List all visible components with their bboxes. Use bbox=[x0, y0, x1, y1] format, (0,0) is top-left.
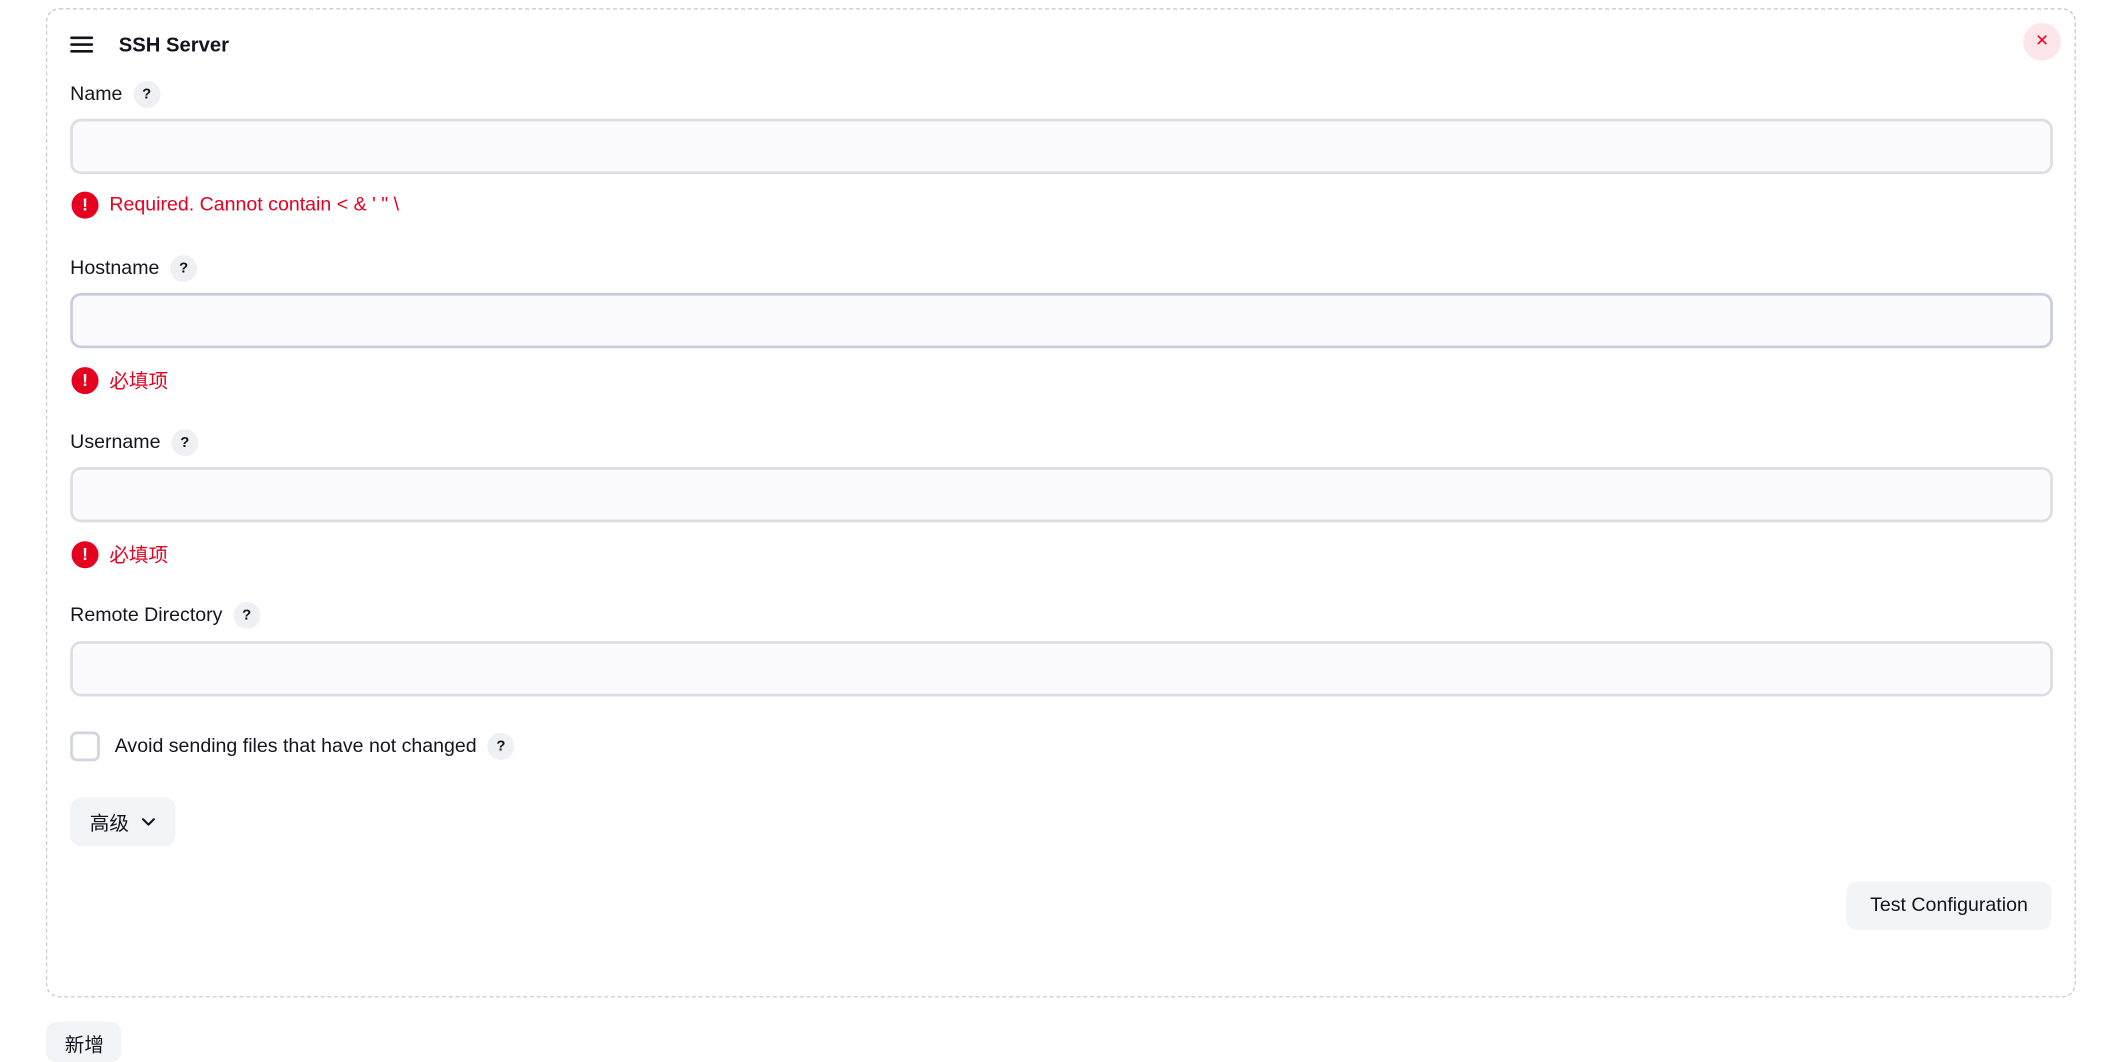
avoid-sending-label: Avoid sending files that have not change… bbox=[114, 735, 477, 758]
hostname-input[interactable] bbox=[70, 292, 2053, 349]
avoid-sending-help-icon[interactable]: ? bbox=[487, 732, 515, 760]
name-help-icon[interactable]: ? bbox=[133, 80, 161, 108]
name-error: ! Required. Cannot contain < & ' " \ bbox=[71, 191, 400, 219]
chevron-down-icon bbox=[141, 818, 155, 826]
remote-directory-label-row: Remote Directory ? bbox=[70, 601, 261, 629]
panel-title: SSH Server bbox=[118, 33, 230, 57]
hostname-label: Hostname bbox=[70, 257, 160, 280]
name-error-text: Required. Cannot contain < & ' " \ bbox=[109, 194, 400, 216]
hostname-label-row: Hostname ? bbox=[70, 255, 198, 283]
error-icon: ! bbox=[71, 540, 99, 568]
remote-directory-help-icon[interactable]: ? bbox=[233, 601, 261, 629]
remote-directory-input[interactable] bbox=[70, 641, 2053, 697]
close-icon[interactable]: × bbox=[2023, 22, 2061, 61]
error-icon: ! bbox=[71, 191, 99, 219]
drag-handle-icon[interactable] bbox=[70, 30, 94, 60]
add-button[interactable]: 新增 bbox=[45, 1021, 122, 1062]
name-label-row: Name ? bbox=[70, 80, 161, 108]
name-input[interactable] bbox=[70, 118, 2053, 175]
advanced-button[interactable]: 高级 bbox=[70, 797, 176, 847]
avoid-sending-checkbox[interactable] bbox=[70, 731, 100, 762]
username-error: ! 必填项 bbox=[71, 540, 169, 568]
username-label: Username bbox=[70, 431, 161, 454]
error-icon: ! bbox=[71, 366, 99, 394]
name-label: Name bbox=[70, 83, 123, 106]
test-configuration-button[interactable]: Test Configuration bbox=[1846, 881, 2052, 930]
panel-header: SSH Server bbox=[70, 30, 229, 60]
username-input[interactable] bbox=[70, 466, 2053, 523]
username-label-row: Username ? bbox=[70, 429, 199, 457]
username-help-icon[interactable]: ? bbox=[171, 429, 199, 457]
hostname-error: ! 必填项 bbox=[71, 366, 169, 394]
advanced-label: 高级 bbox=[89, 813, 129, 835]
remote-directory-label: Remote Directory bbox=[70, 604, 223, 627]
username-error-text: 必填项 bbox=[109, 545, 169, 567]
hostname-error-text: 必填项 bbox=[109, 371, 169, 393]
hostname-help-icon[interactable]: ? bbox=[170, 255, 198, 283]
ssh-server-panel: SSH Server × Name ? ! Required. Cannot c… bbox=[45, 8, 2076, 998]
avoid-sending-row: Avoid sending files that have not change… bbox=[70, 731, 515, 762]
